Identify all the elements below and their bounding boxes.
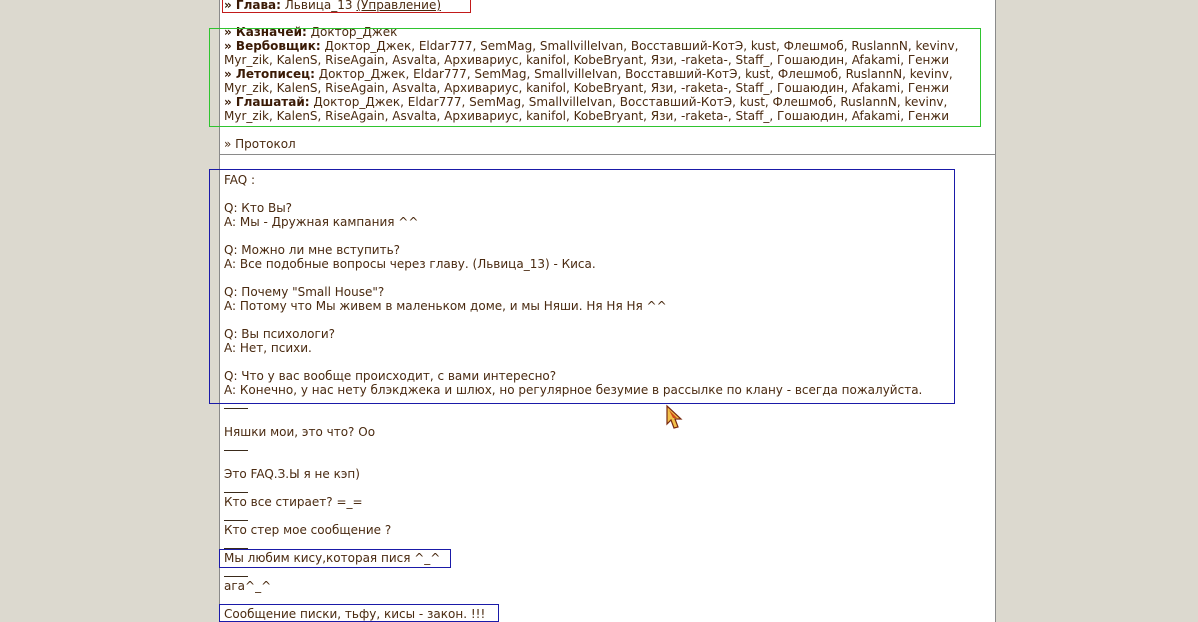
mouse-cursor-icon: [666, 404, 683, 429]
comment-highlight-box: [219, 549, 451, 568]
comment-separator: [224, 576, 248, 577]
comment-separator: [224, 520, 248, 521]
comment-separator: [224, 450, 248, 451]
faq-highlight-box: [209, 169, 955, 404]
comment-text: Это FAQ.З.Ы я не кэп): [224, 467, 360, 481]
roles-highlight-box: [209, 28, 981, 127]
comment-text: Кто все стирает? =_=: [224, 495, 363, 509]
protocol-link[interactable]: » Протокол: [224, 137, 296, 151]
comment-separator: [224, 492, 248, 493]
section-divider: [220, 154, 995, 155]
comment-text: ага^_^: [224, 579, 272, 593]
comment-text: Няшки мои, это что? Oo: [224, 425, 376, 439]
comment-text: Кто стер мое сообщение ?: [224, 523, 392, 537]
head-highlight-box: [222, 0, 471, 13]
comment-separator: [224, 408, 248, 409]
comment-highlight-box: [219, 604, 499, 622]
